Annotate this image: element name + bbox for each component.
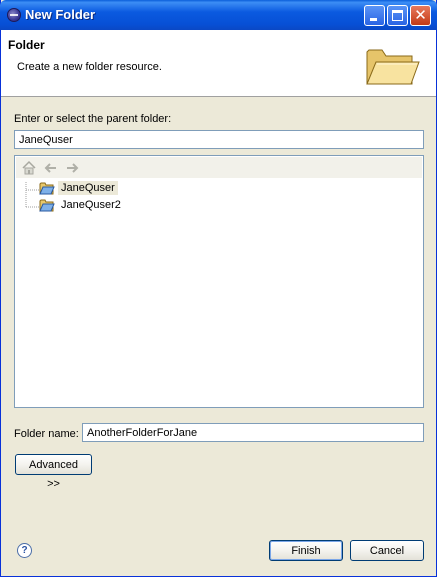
- folder-name-label: Folder name:: [14, 428, 79, 440]
- minimize-icon: [370, 18, 377, 21]
- folder-name-input[interactable]: [82, 423, 424, 442]
- minimize-button[interactable]: [364, 5, 385, 26]
- parent-folder-input[interactable]: [14, 130, 424, 149]
- new-folder-dialog: New Folder ✕ Folder Create a new folder …: [0, 0, 437, 577]
- close-button[interactable]: ✕: [410, 5, 431, 26]
- open-folder-icon: [366, 49, 420, 85]
- close-icon: ✕: [414, 6, 427, 24]
- tree-item-label: JaneQuser2: [61, 199, 121, 211]
- folder-tree[interactable]: JaneQuser JaneQuser2: [14, 155, 424, 408]
- help-icon[interactable]: ?: [17, 543, 32, 558]
- wizard-page-description: Create a new folder resource.: [17, 61, 162, 73]
- finish-button[interactable]: Finish: [269, 540, 343, 561]
- folder-icon: [39, 199, 55, 211]
- window-title: New Folder: [25, 7, 96, 22]
- tree-item[interactable]: JaneQuser: [39, 180, 118, 196]
- wizard-header: Folder Create a new folder resource.: [1, 30, 436, 97]
- parent-folder-label: Enter or select the parent folder:: [14, 113, 172, 125]
- wizard-page-title: Folder: [8, 38, 45, 52]
- tree-item[interactable]: JaneQuser2: [39, 197, 124, 213]
- tree-item-label: JaneQuser: [58, 181, 118, 195]
- eclipse-icon: [7, 8, 21, 22]
- cancel-button[interactable]: Cancel: [350, 540, 424, 561]
- home-icon[interactable]: [21, 160, 37, 176]
- advanced-button[interactable]: Advanced >>: [15, 454, 92, 490]
- maximize-button[interactable]: [387, 5, 408, 26]
- maximize-icon: [392, 10, 403, 21]
- folder-icon: [39, 182, 55, 194]
- back-icon[interactable]: [42, 160, 58, 176]
- title-bar[interactable]: New Folder ✕: [0, 0, 437, 30]
- tree-toolbar: [16, 157, 422, 178]
- forward-icon[interactable]: [65, 160, 81, 176]
